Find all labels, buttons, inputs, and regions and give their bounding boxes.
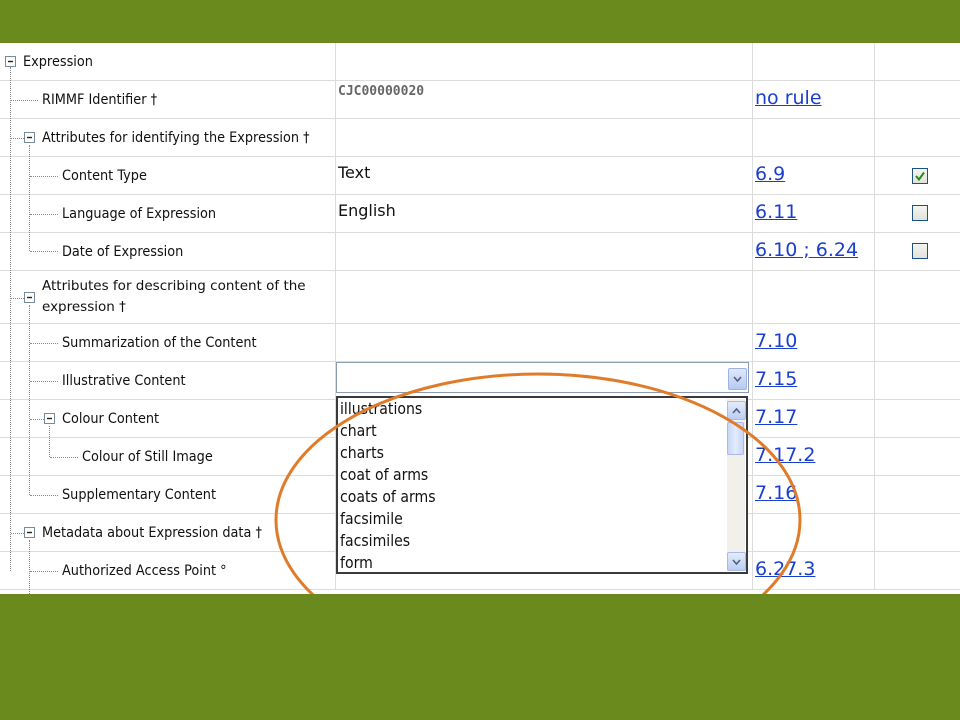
rule-cell: no rule	[752, 81, 874, 118]
label-cell: Attributes for describing content of the…	[0, 271, 335, 323]
check-cell	[874, 362, 960, 399]
value-cell	[335, 271, 752, 323]
rule-link[interactable]: 6.11	[755, 201, 797, 223]
row-rimmf-identifier: RIMMF Identifier † CJC00000020 no rule	[0, 81, 960, 119]
tree-connector	[30, 381, 58, 382]
tree-connector	[50, 457, 78, 458]
value-cell[interactable]	[335, 324, 752, 361]
tree-connector	[30, 571, 58, 572]
row-content-type: Content Type Text 6.9	[0, 157, 960, 195]
minus-box-icon[interactable]	[5, 56, 16, 67]
minus-box-icon[interactable]	[44, 413, 55, 424]
value-cell	[335, 43, 752, 80]
tree-connector	[11, 298, 24, 299]
row-label: Metadata about Expression data †	[42, 525, 262, 541]
rule-cell: 6.9	[752, 157, 874, 194]
value-cell[interactable]: English	[335, 195, 752, 232]
tree-connector	[29, 145, 30, 251]
label-cell: Attributes for identifying the Expressio…	[0, 119, 335, 156]
tree-connector	[49, 426, 50, 457]
minus-box-icon[interactable]	[24, 132, 35, 143]
check-cell	[874, 119, 960, 156]
check-cell	[874, 514, 960, 551]
row-label: Expression	[23, 54, 93, 70]
language-value: English	[338, 201, 396, 220]
tree-connector	[30, 495, 58, 496]
rule-cell	[752, 43, 874, 80]
row-label: Summarization of the Content	[62, 335, 257, 351]
check-cell	[874, 324, 960, 361]
tree-connector	[30, 251, 58, 252]
record-editor-panel: Expression RIMMF Identifier † CJC0000002…	[0, 43, 960, 594]
row-label: Attributes for identifying the Expressio…	[42, 130, 310, 146]
row-label: Authorized Access Point °	[62, 563, 227, 579]
tree-connector	[30, 343, 58, 344]
label-cell: RIMMF Identifier †	[0, 81, 335, 118]
row-label: Illustrative Content	[62, 373, 186, 389]
rule-cell: 6.10 ; 6.24	[752, 233, 874, 270]
row-label: Date of Expression	[62, 244, 184, 260]
row-label: Supplementary Content	[62, 487, 217, 503]
row-label: RIMMF Identifier †	[42, 92, 158, 108]
row-label: Colour of Still Image	[82, 449, 213, 465]
rule-cell	[752, 271, 874, 323]
check-cell	[874, 400, 960, 437]
identifier-value: CJC00000020	[338, 84, 425, 99]
rule-link[interactable]: 6.10 ; 6.24	[755, 239, 858, 261]
check-cell	[874, 552, 960, 589]
row-language-of-expression: Language of Expression English 6.11	[0, 195, 960, 233]
label-cell: Expression	[0, 43, 335, 80]
content-type-value: Text	[338, 163, 371, 182]
row-summarization: Summarization of the Content 7.10	[0, 324, 960, 362]
tree-connector	[29, 540, 30, 594]
check-cell	[874, 195, 960, 232]
rule-link[interactable]: no rule	[755, 87, 822, 109]
check-cell	[874, 438, 960, 475]
check-cell	[874, 233, 960, 270]
row-label: Attributes for describing content of the…	[42, 278, 306, 315]
rule-link[interactable]: 7.10	[755, 330, 797, 352]
check-cell	[874, 43, 960, 80]
rule-cell	[752, 119, 874, 156]
minus-box-icon[interactable]	[24, 292, 35, 303]
tree-connector	[11, 138, 24, 139]
checkbox-unchecked-icon[interactable]	[912, 205, 928, 221]
value-cell[interactable]: Text	[335, 157, 752, 194]
rule-cell: 7.10	[752, 324, 874, 361]
tree-connector	[11, 100, 38, 101]
rule-link[interactable]: 6.9	[755, 163, 785, 185]
row-attributes-describing: Attributes for describing content of the…	[0, 271, 960, 324]
row-attributes-identifying: Attributes for identifying the Expressio…	[0, 119, 960, 157]
check-cell	[874, 157, 960, 194]
value-cell[interactable]	[335, 233, 752, 270]
checkbox-unchecked-icon[interactable]	[912, 243, 928, 259]
check-cell	[874, 271, 960, 323]
row-label: Colour Content	[62, 411, 160, 427]
minus-box-icon[interactable]	[24, 527, 35, 538]
tree-connector	[30, 176, 58, 177]
value-cell	[335, 119, 752, 156]
value-cell[interactable]: CJC00000020	[335, 81, 752, 118]
row-label: Content Type	[62, 168, 147, 184]
tree-connector	[29, 305, 30, 495]
check-cell	[874, 81, 960, 118]
row-expression: Expression	[0, 43, 960, 81]
rule-cell: 6.11	[752, 195, 874, 232]
check-cell	[874, 476, 960, 513]
row-label: Language of Expression	[62, 206, 217, 222]
checkbox-checked-icon[interactable]	[912, 168, 928, 184]
tree-connector	[11, 533, 24, 534]
row-date-of-expression: Date of Expression 6.10 ; 6.24	[0, 233, 960, 271]
tree-connector	[10, 67, 11, 571]
highlight-ellipse	[274, 372, 802, 594]
tree-connector	[30, 214, 58, 215]
tree-connector	[30, 419, 44, 420]
